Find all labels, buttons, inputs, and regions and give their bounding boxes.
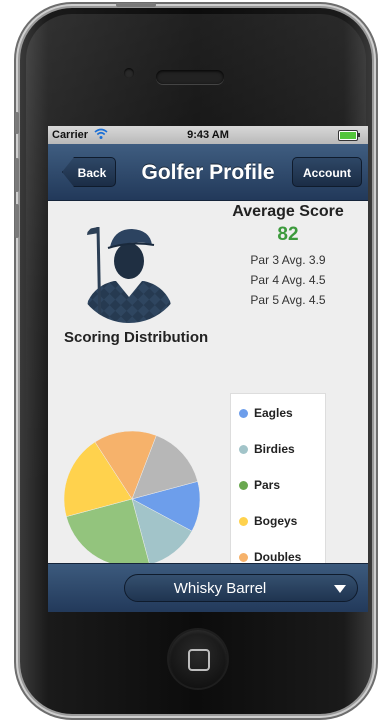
- speaker-grill: [156, 70, 224, 84]
- average-score-label: Average Score: [232, 203, 344, 220]
- scoring-distribution-title: Scoring Distribution: [64, 329, 209, 346]
- legend-label: Birdies: [254, 442, 295, 456]
- clock-time: 9:43 AM: [187, 129, 229, 141]
- power-button: [116, 3, 156, 7]
- battery-level: [340, 132, 356, 139]
- status-bar: Carrier 9:43 AM: [48, 126, 368, 144]
- legend-label: Eagles: [254, 406, 293, 420]
- course-selector[interactable]: Whisky Barrel: [124, 574, 358, 602]
- account-button[interactable]: Account: [292, 157, 362, 187]
- par5-average: Par 5 Avg. 4.5: [250, 293, 326, 307]
- camera-icon: [124, 68, 134, 78]
- legend-dot: [239, 445, 248, 454]
- legend-item-eagles: Eagles: [239, 406, 293, 420]
- legend-label: Pars: [254, 478, 281, 492]
- legend-item-birdies: Birdies: [239, 442, 295, 456]
- scoring-pie-chart: [63, 430, 201, 568]
- legend-dot: [239, 517, 248, 526]
- profile-content: Average Score 82 Par 3 Avg. 3.9 Par 4 Av…: [48, 201, 368, 575]
- home-button[interactable]: [169, 630, 227, 688]
- legend-dot: [239, 481, 248, 490]
- mute-switch: [15, 112, 19, 134]
- volume-down-button: [15, 204, 19, 238]
- golfer-avatar-icon: [74, 213, 184, 323]
- legend-label: Doubles: [254, 550, 302, 564]
- volume-up-button: [15, 158, 19, 192]
- par4-average: Par 4 Avg. 4.5: [250, 273, 326, 287]
- battery-icon: [338, 130, 360, 141]
- navigation-bar: Back Golfer Profile Account: [48, 144, 368, 201]
- app-screen: Carrier 9:43 AM Back Golfer Profile Acco…: [48, 126, 368, 612]
- legend-item-doubles: Doubles: [239, 550, 301, 564]
- par3-average: Par 3 Avg. 3.9: [250, 253, 326, 267]
- average-score-value: 82: [277, 224, 299, 245]
- legend-item-pars: Pars: [239, 478, 280, 492]
- legend-label: Bogeys: [254, 514, 298, 528]
- home-square-icon: [188, 649, 210, 671]
- chart-legend: Eagles Birdies Pars Bogeys Doubles: [230, 393, 326, 575]
- legend-item-bogeys: Bogeys: [239, 514, 297, 528]
- legend-dot: [239, 553, 248, 562]
- bottom-toolbar: Whisky Barrel: [48, 563, 368, 612]
- chevron-down-icon: [334, 585, 346, 593]
- legend-dot: [239, 409, 248, 418]
- course-selector-value: Whisky Barrel: [173, 580, 267, 597]
